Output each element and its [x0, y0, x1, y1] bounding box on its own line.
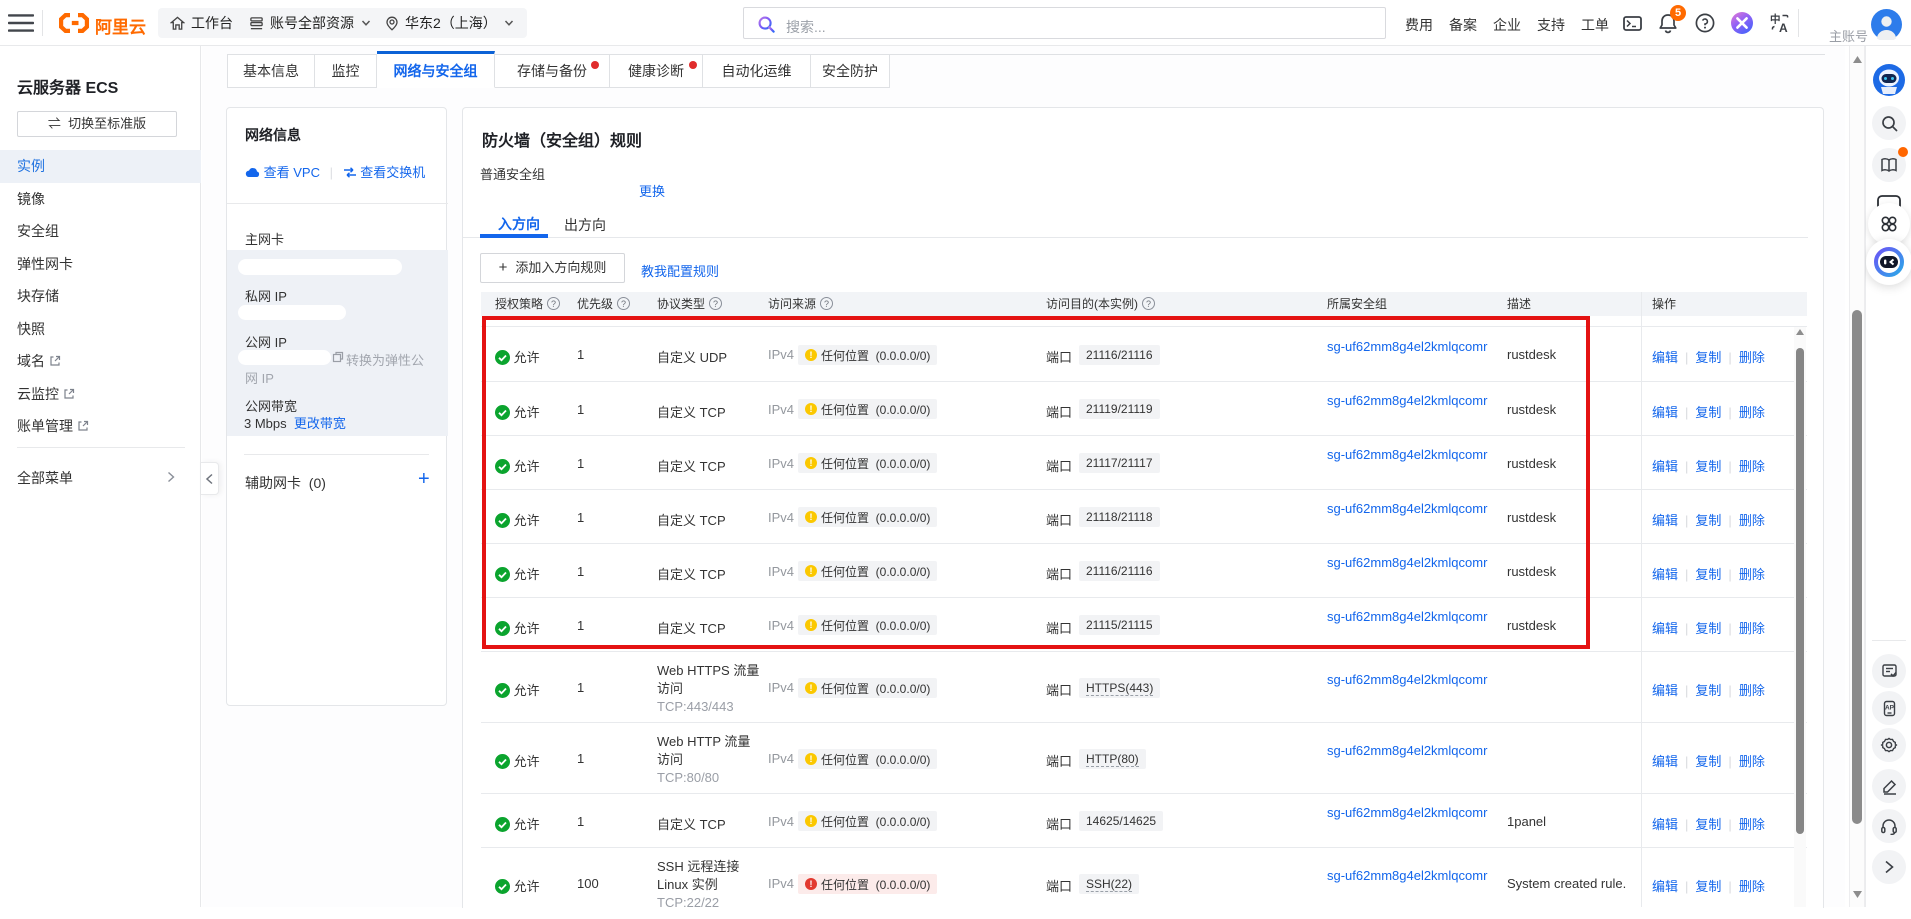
- svg-text:A: A: [1779, 21, 1788, 33]
- svg-text:AP: AP: [1884, 704, 1894, 711]
